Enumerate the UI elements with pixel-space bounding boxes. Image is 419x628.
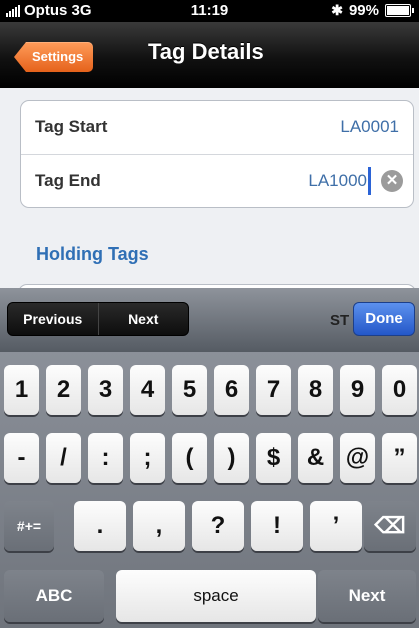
keyboard-toolbar: Previous Next ST Done — [0, 288, 419, 352]
key-6[interactable]: 7 — [256, 365, 291, 415]
prev-next-control: Previous Next — [7, 302, 189, 336]
tag-range-group: Tag Start LA0001 Tag End LA1000 ✕ — [20, 100, 414, 208]
key-colon[interactable]: : — [88, 433, 123, 483]
done-button[interactable]: Done — [353, 302, 415, 336]
key-period[interactable]: . — [74, 501, 126, 551]
key-3[interactable]: 4 — [130, 365, 165, 415]
key-quote[interactable]: ” — [382, 433, 417, 483]
key-close-paren[interactable]: ) — [214, 433, 249, 483]
holding-tags-header: Holding Tags — [36, 244, 149, 264]
key-exclamation[interactable]: ! — [251, 501, 303, 551]
clear-icon[interactable]: ✕ — [381, 170, 403, 192]
key-1[interactable]: 2 — [46, 365, 81, 415]
tag-end-input[interactable]: LA1000 — [308, 171, 367, 191]
tag-start-row[interactable]: Tag Start LA0001 — [21, 101, 413, 154]
content-area: Tag Start LA0001 Tag End LA1000 ✕ Holdin… — [0, 88, 419, 297]
space-key[interactable]: space — [116, 570, 316, 622]
key-8[interactable]: 9 — [340, 365, 375, 415]
key-minus[interactable]: - — [4, 433, 39, 483]
key-ampersand[interactable]: & — [298, 433, 333, 483]
key-7[interactable]: 8 — [298, 365, 333, 415]
abc-key[interactable]: ABC — [4, 570, 104, 622]
battery-percent: 99% — [348, 2, 379, 19]
toolbar-partial-text: ST — [330, 312, 350, 329]
key-comma[interactable]: , — [133, 501, 185, 551]
next-button[interactable]: Next — [97, 303, 189, 335]
key-4[interactable]: 5 — [172, 365, 207, 415]
battery-icon — [385, 4, 414, 17]
key-slash[interactable]: / — [46, 433, 81, 483]
status-bar: Optus 3G 11:19 ✱ 99% — [0, 0, 419, 22]
key-dollar[interactable]: $ — [256, 433, 291, 483]
symbols-mode-key[interactable]: #+= — [4, 501, 54, 551]
key-semicolon[interactable]: ; — [130, 433, 165, 483]
keyboard-next-key[interactable]: Next — [318, 570, 416, 622]
key-9[interactable]: 0 — [382, 365, 417, 415]
key-0[interactable]: 1 — [4, 365, 39, 415]
key-open-paren[interactable]: ( — [172, 433, 207, 483]
page-title: Tag Details — [148, 39, 264, 64]
tag-end-row[interactable]: Tag End LA1000 ✕ — [21, 154, 413, 208]
key-at[interactable]: @ — [340, 433, 375, 483]
settings-back-button[interactable]: Settings — [14, 42, 94, 72]
tag-start-value[interactable]: LA0001 — [340, 117, 399, 137]
key-apostrophe[interactable]: ’ — [310, 501, 362, 551]
key-5[interactable]: 6 — [214, 365, 249, 415]
text-cursor — [368, 167, 371, 195]
key-question[interactable]: ? — [192, 501, 244, 551]
tag-start-label: Tag Start — [35, 117, 108, 136]
previous-button[interactable]: Previous — [8, 303, 98, 335]
key-2[interactable]: 3 — [88, 365, 123, 415]
bluetooth-icon: ✱ — [331, 2, 343, 18]
tag-end-label: Tag End — [35, 171, 101, 190]
numeric-keyboard: 1 2 3 4 5 6 7 8 9 0 - /:;() $ & @” #+=.,?!’ ⌫ ABC space Nex… — [0, 352, 419, 628]
backspace-icon[interactable]: ⌫ — [364, 501, 416, 551]
navigation-bar: Settings Tag Details — [0, 22, 419, 88]
